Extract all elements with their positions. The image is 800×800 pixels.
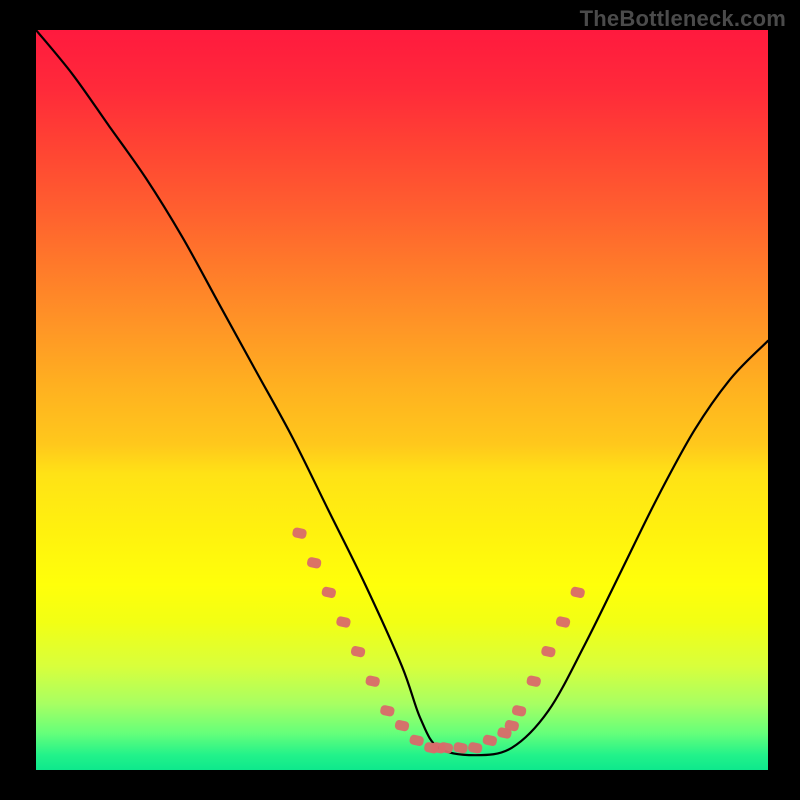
watermark-text: TheBottleneck.com: [580, 6, 786, 32]
curve-line: [36, 30, 768, 755]
chart-frame: TheBottleneck.com: [0, 0, 800, 800]
plot-area: [36, 30, 768, 770]
curve-svg: [36, 30, 768, 770]
